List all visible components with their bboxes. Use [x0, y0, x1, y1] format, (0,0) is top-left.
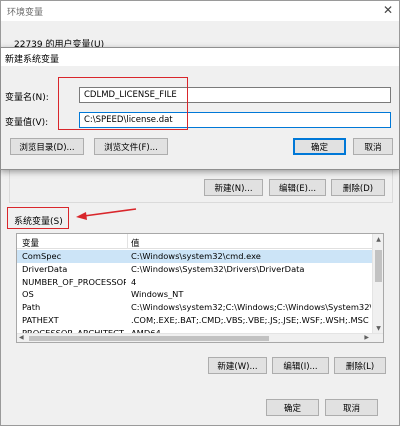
user-delete-button[interactable]: 删除(D) [331, 179, 385, 196]
row-variable-value: 4 [131, 276, 137, 287]
row-variable-value: C:\Windows\system32\cmd.exe [131, 251, 261, 261]
row-variable-value: Windows_NT [131, 289, 184, 300]
table-row[interactable]: PATHEXT .COM;.EXE;.BAT;.CMD;.VBS;.VBE;.JS… [17, 314, 373, 327]
row-variable-value: C:\Windows\system32;C:\Windows;C:\Window… [131, 302, 371, 313]
table-header: 变量 值 [17, 234, 373, 249]
scroll-thumb[interactable] [375, 250, 382, 282]
browse-directory-button[interactable]: 浏览目录(D)... [10, 138, 84, 155]
env-ok-button[interactable]: 确定 [266, 399, 319, 416]
column-header-value[interactable]: 值 [131, 237, 140, 249]
table-row[interactable]: OS Windows_NT [17, 288, 373, 301]
scroll-thumb-horizontal[interactable] [29, 336, 269, 341]
dialog-titlebar: 新建系统变量 [1, 48, 399, 66]
system-delete-button[interactable]: 删除(L) [334, 357, 386, 374]
row-variable-value: C:\Windows\System32\Drivers\DriverData [131, 263, 305, 274]
row-variable-name: NUMBER_OF_PROCESSORS [22, 276, 126, 287]
table-row[interactable]: Path C:\Windows\system32;C:\Windows;C:\Wi… [17, 301, 373, 314]
system-edit-button[interactable]: 编辑(I)... [272, 357, 329, 374]
dialog-cancel-button[interactable]: 取消 [353, 138, 393, 155]
system-new-button[interactable]: 新建(W)... [208, 357, 267, 374]
vertical-scrollbar[interactable]: ▲ ▼ [372, 234, 383, 334]
annotation-arrow-icon [76, 208, 137, 220]
system-vars-table[interactable]: 变量 值 ComSpec C:\Windows\system32\cmd.exe D… [16, 233, 384, 343]
row-variable-name: DriverData [22, 263, 68, 274]
table-row[interactable]: NUMBER_OF_PROCESSORS 4 [17, 276, 373, 289]
env-window-titlebar: 环境变量 ✕ [1, 1, 399, 21]
row-variable-name: OS [22, 289, 34, 300]
table-row[interactable]: ComSpec C:\Windows\system32\cmd.exe [17, 250, 373, 263]
column-header-variable[interactable]: 变量 [22, 237, 39, 249]
close-icon[interactable]: ✕ [383, 3, 393, 17]
browse-file-button[interactable]: 浏览文件(F)... [94, 138, 168, 155]
horizontal-scrollbar[interactable]: ◀ ▶ [17, 333, 383, 342]
scroll-left-icon[interactable]: ◀ [19, 334, 24, 341]
row-variable-value: .COM;.EXE;.BAT;.CMD;.VBS;.VBE;.JS;.JSE;.… [131, 315, 369, 325]
user-edit-button[interactable]: 编辑(E)... [269, 179, 326, 196]
env-cancel-button[interactable]: 取消 [325, 399, 378, 416]
dialog-ok-button[interactable]: 确定 [293, 138, 346, 155]
env-window-title: 环境变量 [7, 8, 44, 18]
column-divider[interactable] [127, 234, 128, 249]
row-variable-name: ComSpec [22, 251, 62, 261]
row-variable-name: Path [22, 302, 41, 313]
variable-value-input[interactable] [79, 112, 391, 128]
row-variable-name: PATHEXT [22, 315, 59, 325]
table-row[interactable]: DriverData C:\Windows\System32\Drivers\Dr… [17, 263, 373, 276]
variable-name-input[interactable] [79, 87, 391, 103]
variable-name-label: 变量名(N): [5, 93, 49, 103]
scroll-right-icon[interactable]: ▶ [364, 334, 369, 341]
scroll-up-icon[interactable]: ▲ [373, 236, 383, 243]
new-system-variable-dialog: 新建系统变量 变量名(N): 变量值(V): 浏览目录(D)... 浏览文件(F… [0, 47, 400, 170]
dialog-title: 新建系统变量 [5, 55, 60, 65]
scroll-down-icon[interactable]: ▼ [373, 325, 383, 332]
system-vars-label: 系统变量(S) [14, 217, 63, 227]
variable-value-label: 变量值(V): [5, 118, 49, 128]
user-new-button[interactable]: 新建(N)... [204, 179, 263, 196]
